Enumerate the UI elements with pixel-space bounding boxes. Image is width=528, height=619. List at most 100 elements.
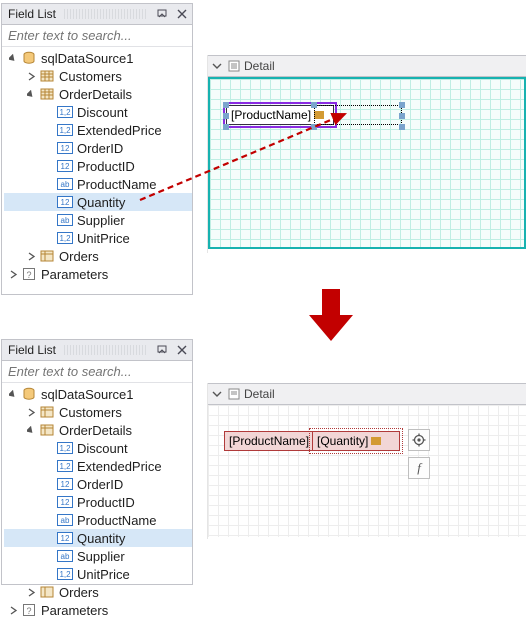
table-icon (39, 248, 55, 264)
svg-text:12: 12 (61, 534, 70, 543)
field-label: UnitPrice (77, 231, 130, 246)
string-field-icon: ab (57, 548, 73, 564)
svg-text:?: ? (26, 606, 31, 616)
string-field-icon: ab (57, 512, 73, 528)
node-field-productid[interactable]: 12 ProductID (4, 157, 192, 175)
expander-icon[interactable] (26, 407, 37, 418)
node-field-supplier[interactable]: abSupplier (4, 547, 192, 565)
node-field-quantity[interactable]: 12 Quantity (4, 193, 192, 211)
node-field-unitprice[interactable]: 1,2UnitPrice (4, 565, 192, 583)
node-datasource[interactable]: sqlDataSource1 (4, 385, 192, 403)
field-list-panel: Field List sqlDataSource1 Customers Orde… (1, 3, 193, 295)
panel-titlebar[interactable]: Field List (2, 340, 192, 361)
search-input[interactable] (2, 28, 192, 43)
node-field-extendedprice[interactable]: 1,2 ExtendedPrice (4, 121, 192, 139)
node-field-productname[interactable]: ab ProductName (4, 175, 192, 193)
expander-icon[interactable] (8, 389, 19, 400)
svg-text:ab: ab (61, 180, 70, 189)
expander-icon[interactable] (26, 251, 37, 262)
window-menu-button[interactable] (152, 4, 172, 24)
node-field-unitprice[interactable]: 1,2 UnitPrice (4, 229, 192, 247)
field-label: ProductID (77, 495, 135, 510)
decimal-field-icon: 1,2 (57, 104, 73, 120)
decimal-field-icon: 1,2 (57, 122, 73, 138)
band-body[interactable]: [ProductName] [Quantity] f (208, 405, 526, 537)
fx-icon: f (417, 460, 421, 476)
node-table-customers[interactable]: Customers (4, 403, 192, 421)
collapse-icon[interactable] (212, 389, 222, 399)
decimal-field-icon: 1,2 (57, 230, 73, 246)
node-field-orderid[interactable]: 12 OrderID (4, 475, 192, 493)
parameters-label: Parameters (41, 603, 108, 618)
int-field-icon: 12 (57, 194, 73, 210)
table-icon (39, 584, 55, 600)
gear-icon (412, 433, 426, 447)
band-body[interactable]: [ProductName] (208, 77, 526, 249)
field-tree: sqlDataSource1 Customers OrderDetails 1,… (2, 383, 192, 619)
design-surface-after: Detail [ProductName] [Quantity] f (207, 383, 526, 539)
big-down-arrow-icon (307, 287, 355, 343)
expander-icon[interactable] (8, 269, 19, 280)
node-datasource[interactable]: sqlDataSource1 (4, 49, 192, 67)
node-parameters[interactable]: ? Parameters (4, 265, 192, 283)
band-header[interactable]: Detail (208, 383, 526, 405)
node-field-discount[interactable]: 1,2Discount (4, 439, 192, 457)
datasource-icon (21, 386, 37, 402)
parameters-icon: ? (21, 266, 37, 282)
node-table-orders[interactable]: Orders (4, 247, 192, 265)
node-table-orderdetails[interactable]: OrderDetails (4, 421, 192, 439)
svg-text:1,2: 1,2 (59, 234, 71, 243)
expander-icon[interactable] (8, 605, 19, 616)
table-icon (39, 68, 55, 84)
titlebar-grip (62, 9, 146, 19)
svg-text:ab: ab (61, 552, 70, 561)
close-button[interactable] (172, 4, 192, 24)
node-field-orderid[interactable]: 12 OrderID (4, 139, 192, 157)
node-table-orderdetails[interactable]: OrderDetails (4, 85, 192, 103)
table-label: Customers (59, 405, 122, 420)
table-label: OrderDetails (59, 423, 132, 438)
close-button[interactable] (172, 340, 192, 360)
node-field-productid[interactable]: 12 ProductID (4, 493, 192, 511)
node-table-orders[interactable]: Orders (4, 583, 192, 601)
field-label: Discount (77, 441, 128, 456)
smart-tag-icon[interactable] (371, 437, 381, 445)
svg-text:?: ? (26, 270, 31, 280)
node-field-productname[interactable]: abProductName (4, 511, 192, 529)
string-field-icon: ab (57, 176, 73, 192)
node-field-quantity[interactable]: 12Quantity (4, 529, 192, 547)
field-label: OrderID (77, 477, 123, 492)
int-field-icon: 12 (57, 494, 73, 510)
table-icon (39, 422, 55, 438)
field-label: ExtendedPrice (77, 123, 162, 138)
decimal-field-icon: 1,2 (57, 566, 73, 582)
collapse-icon[interactable] (212, 61, 222, 71)
node-field-supplier[interactable]: ab Supplier (4, 211, 192, 229)
field-label: ProductID (77, 159, 135, 174)
node-field-discount[interactable]: 1,2 Discount (4, 103, 192, 121)
node-parameters[interactable]: ? Parameters (4, 601, 192, 619)
expander-icon[interactable] (26, 425, 37, 436)
table-label: Orders (59, 249, 99, 264)
svg-text:1,2: 1,2 (59, 108, 71, 117)
expression-button[interactable]: f (408, 457, 430, 479)
table-label: Orders (59, 585, 99, 600)
band-header[interactable]: Detail (208, 55, 526, 77)
expander-icon[interactable] (26, 71, 37, 82)
smart-tasks-button[interactable] (408, 429, 430, 451)
expander-icon[interactable] (26, 587, 37, 598)
label-quantity[interactable]: [Quantity] (312, 431, 400, 451)
node-table-customers[interactable]: Customers (4, 67, 192, 85)
band-title: Detail (244, 387, 275, 401)
window-menu-button[interactable] (152, 340, 172, 360)
search-input[interactable] (2, 364, 192, 379)
panel-titlebar[interactable]: Field List (2, 4, 192, 25)
int-field-icon: 12 (57, 476, 73, 492)
expander-icon[interactable] (8, 53, 19, 64)
label-text: [ProductName] (231, 108, 311, 122)
table-label: Customers (59, 69, 122, 84)
node-field-extendedprice[interactable]: 1,2ExtendedPrice (4, 457, 192, 475)
datasource-icon (21, 50, 37, 66)
svg-text:ab: ab (61, 516, 70, 525)
expander-icon[interactable] (26, 89, 37, 100)
